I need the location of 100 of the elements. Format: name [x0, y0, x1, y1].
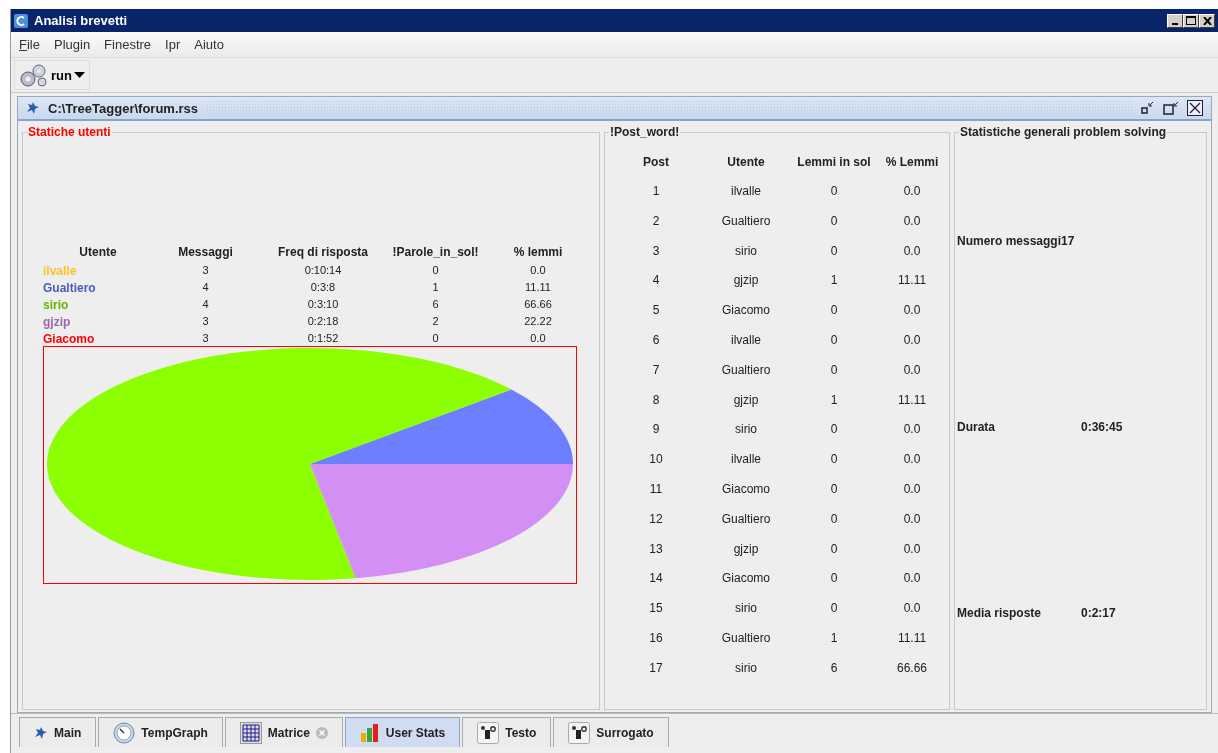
- minimize-button[interactable]: [1167, 13, 1183, 28]
- panel-title: !Post_word!: [609, 125, 681, 139]
- column-header: Utente: [78, 245, 118, 261]
- table-cell-text: Gualtiero: [720, 510, 772, 528]
- iconify-icon[interactable]: [1141, 101, 1155, 115]
- table-cell-text: 0.0: [902, 421, 922, 439]
- column-header: !Parole_in_sol!: [391, 245, 480, 261]
- table-cell-text: 11.11: [896, 629, 928, 647]
- table-cell-text: 4: [201, 281, 210, 295]
- panel-title: Statistiche generali problem solving: [959, 125, 1168, 139]
- table-cell-text: 1: [829, 272, 839, 290]
- table-cell-text: 0.0: [902, 480, 922, 498]
- table-cell-text: 0.0: [902, 183, 922, 200]
- stat-value: 0:36:45: [1081, 419, 1123, 435]
- user-name: gjzip: [43, 315, 72, 329]
- table-cell-text: 22.22: [523, 315, 553, 329]
- table-cell-text: Giacomo: [721, 570, 771, 588]
- pin-icon: [26, 101, 40, 115]
- table-cell-text: 6: [829, 659, 839, 677]
- run-button[interactable]: run: [14, 60, 90, 90]
- table-cell-text: 66.66: [896, 659, 928, 677]
- table-cell-text: 0: [829, 242, 839, 260]
- user-name: sirio: [43, 298, 70, 312]
- table-cell-text: 0.0: [902, 540, 922, 558]
- document-title: C:\TreeTagger\forum.rss: [48, 100, 199, 116]
- table-cell-text: 9: [651, 421, 661, 439]
- table-cell-text: sirio: [734, 659, 758, 677]
- table-cell-text: 1: [431, 281, 440, 295]
- table-cell-text: 13: [648, 540, 664, 558]
- maximize-icon: [1186, 16, 1196, 25]
- table-cell-text: 3: [651, 242, 661, 260]
- menu-item[interactable]: Plugin: [53, 37, 91, 52]
- table-cell-text: Giacomo: [721, 302, 771, 320]
- table-cell-text: 0.0: [902, 302, 922, 320]
- tab[interactable]: User Stats: [344, 717, 461, 747]
- table-cell-text: 15: [648, 600, 664, 618]
- table-cell-text: 0: [829, 302, 839, 320]
- bar-chart-icon: [359, 722, 380, 743]
- table-cell-text: 0: [829, 451, 839, 469]
- menu-item[interactable]: Ipr: [165, 37, 181, 52]
- table-cell-text: 3: [201, 264, 210, 278]
- column-header: Messaggi: [177, 245, 234, 261]
- menu-item[interactable]: Aiuto: [194, 37, 224, 52]
- tab[interactable]: Matrice: [224, 717, 343, 747]
- table-cell-text: 1: [651, 183, 661, 200]
- tab[interactable]: Main: [19, 717, 97, 747]
- menu-item[interactable]: Finestre: [104, 37, 152, 52]
- table-cell-text: gjzip: [732, 391, 760, 409]
- table-cell-text: gjzip: [732, 272, 760, 290]
- table-cell-text: 0.0: [902, 510, 922, 528]
- table-cell-text: 2: [431, 315, 440, 329]
- table-cell-text: 0.0: [902, 242, 922, 260]
- table-cell-text: 5: [651, 302, 661, 320]
- table-cell-text: Gualtiero: [720, 212, 772, 230]
- table-cell-text: gjzip: [732, 540, 760, 558]
- stat-label: Numero messaggi17: [957, 233, 1076, 249]
- table-cell-text: 0.0: [902, 570, 922, 588]
- table-cell-text: 3: [201, 332, 210, 346]
- table-cell-text: 16: [648, 629, 664, 647]
- table-cell-text: 12: [648, 510, 664, 528]
- table-cell-text: ilvalle: [730, 451, 762, 469]
- tab[interactable]: Surrogato: [553, 717, 669, 747]
- menu-item[interactable]: File: [19, 37, 40, 52]
- table-cell-text: 4: [201, 298, 210, 312]
- user-name: ilvalle: [43, 264, 78, 278]
- column-header: % Lemmi: [884, 154, 940, 171]
- close-button[interactable]: [1199, 13, 1215, 28]
- table-cell-text: ilvalle: [730, 332, 762, 349]
- minimize-icon: [1172, 22, 1178, 25]
- window-title: Analisi brevetti: [34, 13, 129, 28]
- table-cell-text: 11: [648, 480, 664, 498]
- column-header: % lemmi: [512, 245, 564, 261]
- close-icon[interactable]: [1187, 100, 1203, 116]
- tab[interactable]: Testo: [462, 717, 552, 747]
- restore-icon[interactable]: [1163, 101, 1179, 115]
- table-cell-text: 0: [829, 421, 839, 439]
- panel-title: Statiche utenti: [27, 125, 112, 139]
- table-cell-text: 6: [431, 298, 440, 312]
- app-icon: [14, 13, 28, 28]
- table-cell-text: sirio: [734, 421, 758, 439]
- table-cell-text: 10: [648, 451, 664, 469]
- table-cell-text: 0: [431, 264, 440, 278]
- table-cell-text: 0: [829, 600, 839, 618]
- table-cell-text: 7: [651, 361, 661, 379]
- table-cell-text: sirio: [734, 600, 758, 618]
- table-cell-text: 0.0: [529, 332, 547, 346]
- tab[interactable]: TempGraph: [98, 717, 223, 747]
- maximize-button[interactable]: [1183, 13, 1199, 28]
- table-cell-text: 0:3:8: [309, 281, 337, 295]
- column-header: Post: [642, 154, 670, 171]
- table-cell-text: 11.11: [896, 272, 928, 290]
- table-cell-text: 0.0: [902, 212, 922, 230]
- table-cell-text: 6: [651, 332, 661, 349]
- table-cell-text: 0: [829, 183, 839, 200]
- table-cell-text: 0.0: [902, 332, 922, 349]
- table-cell-text: 0: [829, 361, 839, 379]
- table-cell-text: 11.11: [524, 281, 552, 295]
- table-cell-text: 1: [829, 391, 839, 409]
- table-cell-text: 0:10:14: [303, 264, 343, 278]
- table-cell-text: 17: [648, 659, 664, 677]
